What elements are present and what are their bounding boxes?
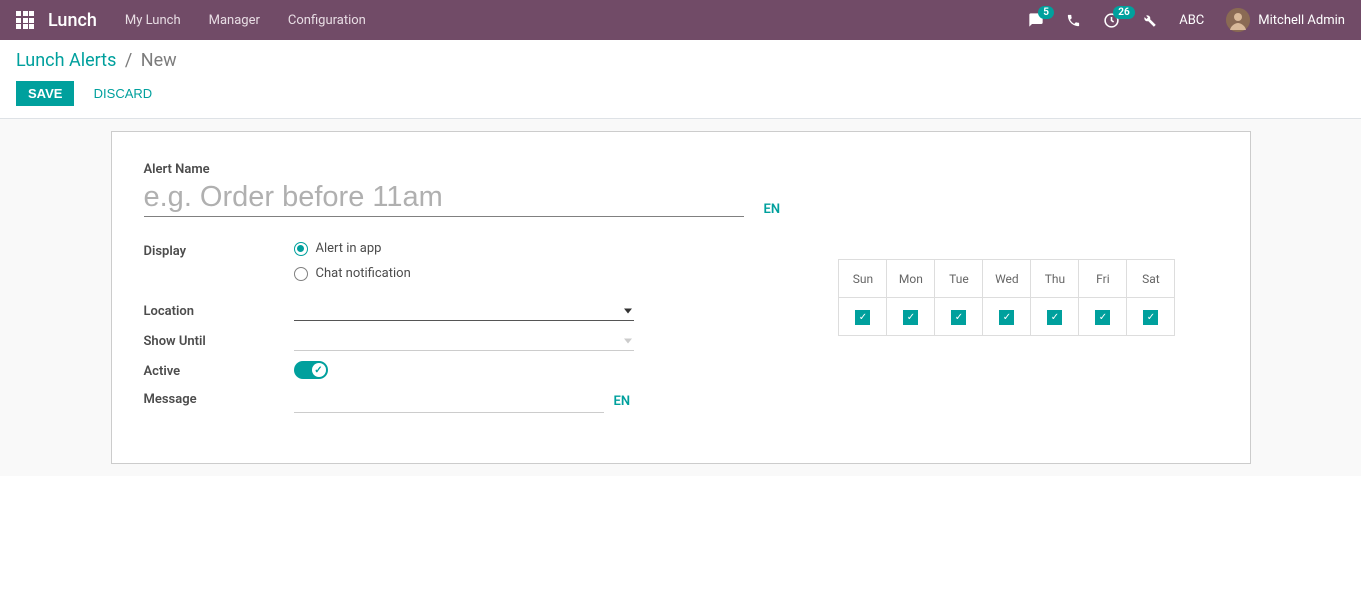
day-check-thu[interactable]: ✓ [1047, 310, 1062, 325]
nav-manager[interactable]: Manager [209, 13, 260, 28]
breadcrumb-root[interactable]: Lunch Alerts [16, 50, 116, 71]
main-navbar: Lunch My Lunch Manager Configuration 5 2… [0, 0, 1361, 40]
active-label: Active [144, 361, 294, 379]
phone-button[interactable] [1066, 13, 1081, 28]
message-input[interactable] [294, 389, 604, 413]
day-header: Mon [887, 260, 935, 298]
day-header: Wed [983, 260, 1031, 298]
day-header: Tue [935, 260, 983, 298]
radio-dot-icon [294, 242, 308, 256]
chat-badge: 5 [1038, 6, 1054, 19]
save-button[interactable]: Save [16, 81, 74, 106]
user-name: Mitchell Admin [1258, 13, 1345, 28]
radio-alert-label: Alert in app [316, 241, 382, 256]
location-label: Location [144, 301, 294, 319]
alert-name-lang-badge[interactable]: EN [764, 202, 781, 217]
active-toggle[interactable] [294, 361, 328, 379]
chat-button[interactable]: 5 [1028, 12, 1044, 28]
day-check-tue[interactable]: ✓ [951, 310, 966, 325]
radio-chat-label: Chat notification [316, 266, 411, 281]
clock-badge: 26 [1113, 6, 1134, 19]
app-brand[interactable]: Lunch [48, 10, 97, 31]
wrench-icon [1142, 13, 1157, 28]
breadcrumb: Lunch Alerts / New [16, 50, 1345, 71]
control-panel: Lunch Alerts / New Save Discard [0, 40, 1361, 119]
tools-button[interactable] [1142, 13, 1157, 28]
radio-chat-notification[interactable]: Chat notification [294, 266, 767, 281]
nav-my-lunch[interactable]: My Lunch [125, 13, 181, 28]
form-sheet: Alert Name EN Display Alert in app [111, 131, 1251, 464]
discard-button[interactable]: Discard [82, 81, 165, 106]
company-switcher[interactable]: ABC [1179, 13, 1204, 28]
user-menu[interactable]: Mitchell Admin [1226, 8, 1345, 32]
show-until-label: Show Until [144, 331, 294, 349]
alert-name-input[interactable] [144, 179, 744, 217]
message-label: Message [144, 389, 294, 407]
day-check-wed[interactable]: ✓ [999, 310, 1014, 325]
day-header: Sat [1127, 260, 1175, 298]
day-check-sat[interactable]: ✓ [1143, 310, 1158, 325]
day-header: Fri [1079, 260, 1127, 298]
display-label: Display [144, 241, 294, 259]
breadcrumb-separator: / [125, 50, 132, 71]
alert-name-label: Alert Name [144, 162, 1218, 177]
form-area: Alert Name EN Display Alert in app [0, 119, 1361, 476]
day-header: Sun [839, 260, 887, 298]
clock-button[interactable]: 26 [1103, 12, 1120, 29]
location-input[interactable] [294, 301, 634, 321]
day-check-fri[interactable]: ✓ [1095, 310, 1110, 325]
nav-configuration[interactable]: Configuration [288, 13, 366, 28]
day-check-sun[interactable]: ✓ [855, 310, 870, 325]
days-table: Sun Mon Tue Wed Thu Fri Sat ✓ ✓ ✓ ✓ ✓ [838, 259, 1175, 336]
radio-alert-in-app[interactable]: Alert in app [294, 241, 767, 256]
day-check-mon[interactable]: ✓ [903, 310, 918, 325]
phone-icon [1066, 13, 1081, 28]
show-until-input[interactable] [294, 331, 634, 351]
breadcrumb-current: New [141, 50, 177, 71]
day-header: Thu [1031, 260, 1079, 298]
apps-grid-icon[interactable] [16, 11, 34, 29]
message-lang-badge[interactable]: EN [614, 394, 631, 409]
radio-dot-icon [294, 267, 308, 281]
avatar-icon [1226, 8, 1250, 32]
